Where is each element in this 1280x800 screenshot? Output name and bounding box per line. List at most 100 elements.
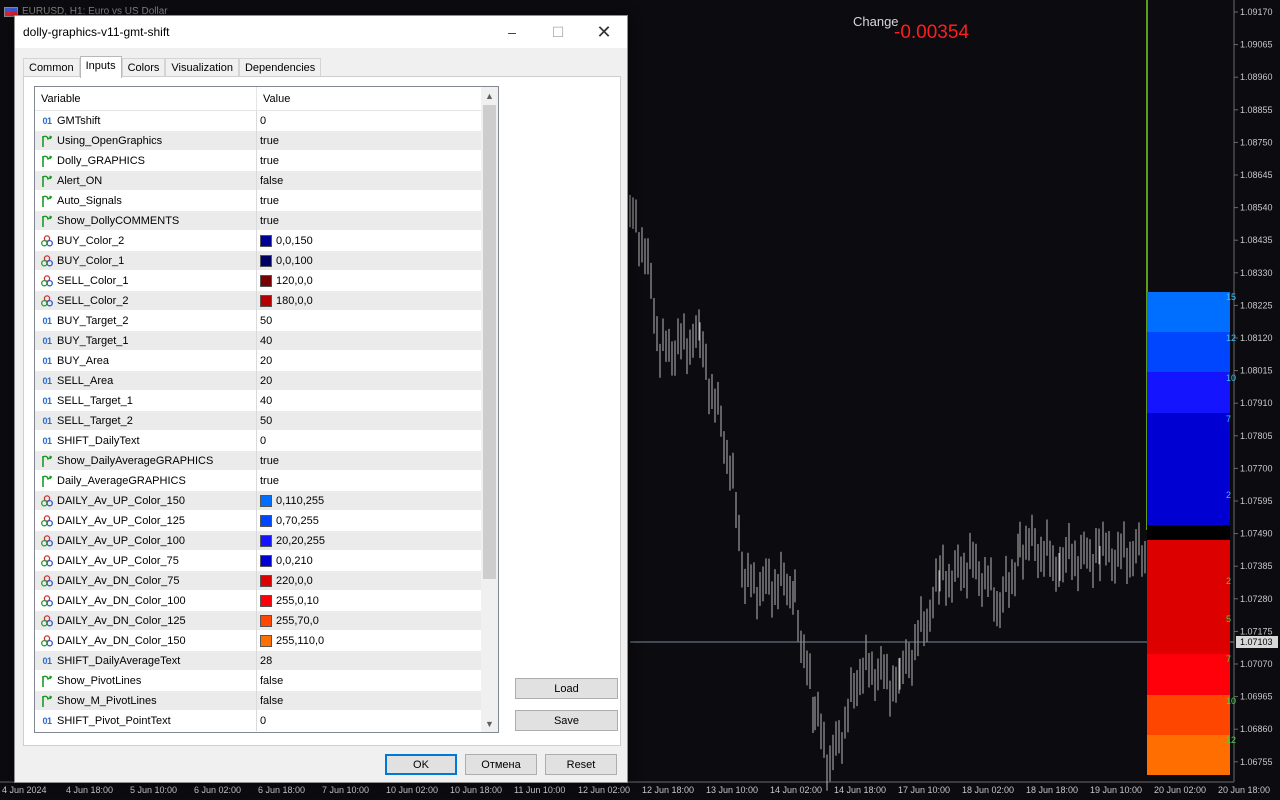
value-cell[interactable]: 0 [257,111,481,131]
input-row[interactable]: Dolly_GRAPHICS true [35,151,481,171]
value-cell[interactable]: 40 [257,391,481,411]
color-swatch[interactable] [260,635,272,647]
scrollbar-thumb[interactable] [483,105,496,579]
column-header-variable[interactable]: Variable [35,87,257,111]
input-row[interactable]: 01 SHIFT_Pivot_PointText 0 [35,711,481,731]
value-cell[interactable]: 255,70,0 [257,611,481,631]
ok-button[interactable]: OK [385,754,457,775]
value-cell[interactable]: 0 [257,711,481,731]
value-cell[interactable]: 50 [257,311,481,331]
input-row[interactable]: 01 SELL_Target_2 50 [35,411,481,431]
value-cell[interactable]: 0,0,210 [257,551,481,571]
dialog-titlebar[interactable]: dolly-graphics-v11-gmt-shift – ☐ ✕ [15,16,627,48]
tab-dependencies[interactable]: Dependencies [238,58,322,78]
scroll-down-arrow-icon[interactable]: ▼ [481,715,498,732]
input-row[interactable]: Auto_Signals true [35,191,481,211]
input-row[interactable]: Show_DollyCOMMENTS true [35,211,481,231]
color-swatch[interactable] [260,595,272,607]
input-row[interactable]: 01 BUY_Target_2 50 [35,311,481,331]
value-cell[interactable]: 255,110,0 [257,631,481,651]
save-button[interactable]: Save [515,710,618,731]
change-value: -0.00354 [894,22,970,43]
minimize-button[interactable]: – [489,16,535,48]
color-swatch[interactable] [260,255,272,267]
maximize-button[interactable]: ☐ [535,16,581,48]
input-row[interactable]: DAILY_Av_UP_Color_150 0,110,255 [35,491,481,511]
value-cell[interactable]: false [257,171,481,191]
value-cell[interactable]: 0,0,100 [257,251,481,271]
close-button[interactable]: ✕ [581,16,627,48]
vertical-scrollbar[interactable]: ▲ ▼ [481,87,498,732]
value-cell[interactable]: true [257,211,481,231]
input-row[interactable]: DAILY_Av_UP_Color_125 0,70,255 [35,511,481,531]
variable-cell: 01 SHIFT_Pivot_PointText [35,711,257,731]
input-row[interactable]: Show_PivotLines false [35,671,481,691]
input-row[interactable]: 01 BUY_Area 20 [35,351,481,371]
color-swatch[interactable] [260,235,272,247]
variable-cell: DAILY_Av_DN_Color_125 [35,611,257,631]
tab-colors[interactable]: Colors [121,58,166,78]
input-row[interactable]: Alert_ON false [35,171,481,191]
color-swatch[interactable] [260,575,272,587]
value-cell[interactable]: false [257,691,481,711]
tab-common[interactable]: Common [23,58,80,78]
input-row[interactable]: BUY_Color_2 0,0,150 [35,231,481,251]
color-swatch[interactable] [260,295,272,307]
value-cell[interactable]: 0,110,255 [257,491,481,511]
value-cell[interactable]: false [257,671,481,691]
input-row[interactable]: DAILY_Av_DN_Color_75 220,0,0 [35,571,481,591]
value-cell[interactable]: 0 [257,431,481,451]
input-row[interactable]: 01 GMTshift 0 [35,111,481,131]
color-swatch[interactable] [260,615,272,627]
value-cell[interactable]: 28 [257,651,481,671]
variable-name: DAILY_Av_UP_Color_125 [57,515,186,527]
value-cell[interactable]: true [257,151,481,171]
value-cell[interactable]: true [257,191,481,211]
column-header-value[interactable]: Value [257,87,481,111]
value-cell[interactable]: 255,0,10 [257,591,481,611]
scroll-up-arrow-icon[interactable]: ▲ [481,87,498,104]
value-cell[interactable]: 40 [257,331,481,351]
color-swatch[interactable] [260,555,272,567]
value-cell[interactable]: 220,0,0 [257,571,481,591]
reset-button[interactable]: Reset [545,754,617,775]
input-row[interactable]: 01 SELL_Area 20 [35,371,481,391]
input-row[interactable]: Show_DailyAverageGRAPHICS true [35,451,481,471]
load-button[interactable]: Load [515,678,618,699]
input-row[interactable]: SELL_Color_2 180,0,0 [35,291,481,311]
variable-name: GMTshift [57,115,101,127]
input-row[interactable]: DAILY_Av_UP_Color_75 0,0,210 [35,551,481,571]
value-cell[interactable]: 50 [257,411,481,431]
value-cell[interactable]: true [257,131,481,151]
input-row[interactable]: 01 SHIFT_DailyAverageText 28 [35,651,481,671]
value-cell[interactable]: true [257,451,481,471]
cancel-button[interactable]: Отмена [465,754,537,775]
input-row[interactable]: BUY_Color_1 0,0,100 [35,251,481,271]
value-cell[interactable]: 20 [257,371,481,391]
input-row[interactable]: DAILY_Av_DN_Color_100 255,0,10 [35,591,481,611]
value-cell[interactable]: 180,0,0 [257,291,481,311]
tab-inputs[interactable]: Inputs [79,56,122,78]
input-row[interactable]: 01 BUY_Target_1 40 [35,331,481,351]
variable-cell: SELL_Color_2 [35,291,257,311]
color-swatch[interactable] [260,515,272,527]
input-row[interactable]: Show_M_PivotLines false [35,691,481,711]
input-row[interactable]: DAILY_Av_DN_Color_125 255,70,0 [35,611,481,631]
input-row[interactable]: 01 SHIFT_DailyText 0 [35,431,481,451]
value-cell[interactable]: true [257,471,481,491]
input-row[interactable]: SELL_Color_1 120,0,0 [35,271,481,291]
input-row[interactable]: DAILY_Av_UP_Color_100 20,20,255 [35,531,481,551]
value-cell[interactable]: 0,0,150 [257,231,481,251]
value-cell[interactable]: 120,0,0 [257,271,481,291]
value-cell[interactable]: 20 [257,351,481,371]
value-cell[interactable]: 20,20,255 [257,531,481,551]
value-cell[interactable]: 0,70,255 [257,511,481,531]
input-row[interactable]: Daily_AverageGRAPHICS true [35,471,481,491]
input-row[interactable]: 01 SELL_Target_1 40 [35,391,481,411]
input-row[interactable]: DAILY_Av_DN_Color_150 255,110,0 [35,631,481,651]
color-swatch[interactable] [260,495,272,507]
tab-visualization[interactable]: Visualization [165,58,239,78]
color-swatch[interactable] [260,275,272,287]
input-row[interactable]: Using_OpenGraphics true [35,131,481,151]
color-swatch[interactable] [260,535,272,547]
